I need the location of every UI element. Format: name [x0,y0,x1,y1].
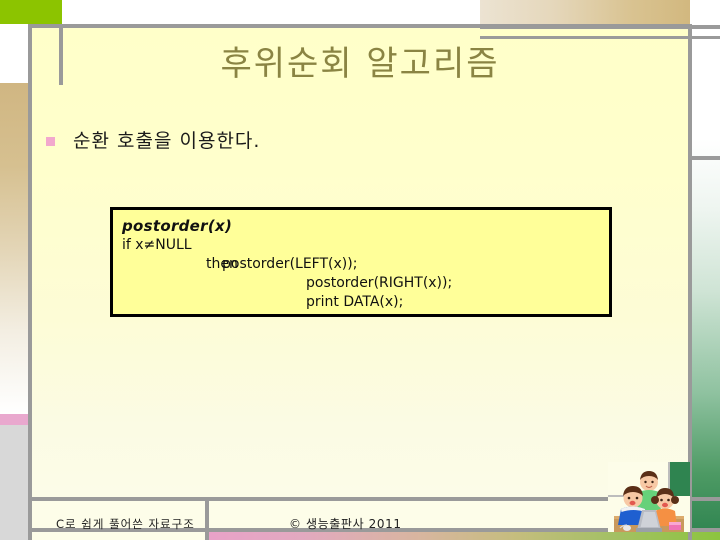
bottom-left-cream-strip [32,532,209,540]
pseudocode-then-keyword: then [206,256,238,272]
pseudocode-statement-1: postorder(LEFT(x)); [222,256,358,272]
pseudocode-statement-2: postorder(RIGHT(x)); [306,275,453,291]
pseudocode-condition: if x≠NULL [122,237,192,253]
divider-footer-vertical [205,497,209,540]
footer-copyright: © 생능출판사 2011 [289,517,402,531]
pseudocode-box: postorder(x) if x≠NULL then postorder(LE… [110,207,612,317]
bottom-gradient-strip [209,532,720,540]
divider-top-right-1 [480,25,720,29]
pseudocode-signature: postorder(x) [122,217,233,235]
left-rail-gray-block [0,425,28,540]
pseudocode-statement-3: print DATA(x); [306,294,404,310]
square-bullet-icon [46,137,55,146]
left-rail-white-block [0,24,28,83]
left-rail-gradient [0,83,28,414]
divider-left-vertical [28,24,32,540]
bullet-item-label: 순환 호출을 이용한다. [73,130,261,152]
three-children-at-computer-illustration [608,462,690,532]
pseudocode-content: postorder(x) if x≠NULL then postorder(LE… [113,210,609,312]
left-rail-pink-accent [0,414,28,425]
slide-canvas: 후위순회 알고리즘 순환 호출을 이용한다. postorder(x) if x… [0,0,720,540]
pseudocode-then-row: then postorder(LEFT(x)); [122,255,609,274]
footer-book-title: C로 쉽게 풀어쓴 자료구조 [56,517,195,531]
top-right-gradient-bar [480,0,690,25]
top-left-green-block [0,0,62,24]
page-title: 후위순회 알고리즘 [220,44,500,84]
bullet-list-item: 순환 호출을 이용한다. [46,126,260,153]
right-rail-gradient [692,27,720,535]
divider-right-mid [690,156,720,160]
